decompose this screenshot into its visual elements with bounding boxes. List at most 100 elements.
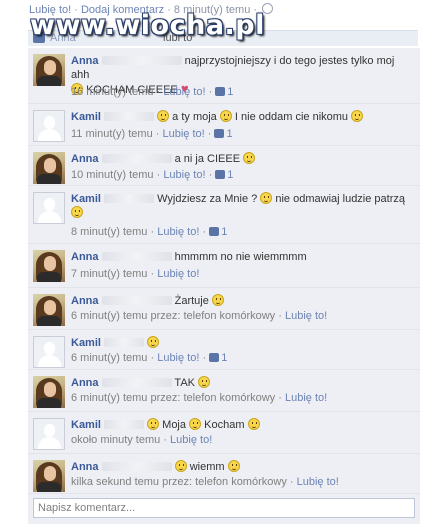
comment-composer [28,494,420,524]
comment-author[interactable]: Anna [71,55,99,67]
comment-text: a ty moja [172,111,217,123]
thumbs-up-icon [214,129,225,138]
watermark-logo: www.wiocha.pl [30,10,265,41]
like-link[interactable]: Lubię to! [285,392,327,404]
comment-time: 6 minut(y) temu przez: telefon komórkowy [71,392,276,404]
comment-text-2: Kocham [204,419,245,431]
avatar[interactable] [33,376,65,408]
smiley-icon [174,460,187,472]
comment-author[interactable]: Kamil [71,111,101,123]
blurred-name [101,56,182,65]
smiley-icon [351,110,364,122]
comment-footer: 11 minut(y) temu · Lubię to! · 1 [71,128,233,140]
comment-author[interactable]: Kamil [71,193,101,205]
blurred-name [101,378,172,387]
comment-footer: 7 minut(y) temu · Lubię to! [71,268,200,280]
comment-body: Kamil a ty moja I nie oddam cie nikomu [71,110,412,124]
thumbs-up-icon [209,227,220,236]
comment-author[interactable]: Kamil [71,337,101,349]
comment-text: Moja [162,419,186,431]
avatar[interactable] [33,110,65,142]
comment-author[interactable]: Anna [71,251,99,263]
blurred-name [101,296,172,305]
avatar[interactable] [33,418,65,450]
like-link[interactable]: Lubię to! [163,86,205,98]
smiley-icon [157,110,170,122]
like-link[interactable]: Lubię to! [163,169,205,181]
comment-footer: około minuty temu · Lubię to! [71,434,213,446]
smiley-icon [227,460,240,472]
comment-author[interactable]: Kamil [71,419,101,431]
like-link[interactable]: Lubię to! [157,226,199,238]
comment: Anna a ni ja CIEEE 10 minut(y) temu · Lu… [28,146,420,186]
comment-footer: 16 minut(y) temu · Lubię to! · 1 [71,86,234,98]
thumbs-up-icon [215,170,226,179]
smiley-icon [247,418,260,430]
comment-body: Anna wiemm [71,460,412,474]
comment-text: hmmmm no nie wiemmmm [174,251,307,263]
comment-body: Anna TAK [71,376,412,390]
thumbs-up-icon [215,87,226,96]
blurred-name [101,154,172,163]
avatar[interactable] [33,294,65,326]
blurred-name [104,112,155,121]
like-count[interactable]: 1 [221,226,227,238]
comment-time: 11 minut(y) temu [71,128,153,140]
smiley-icon [71,206,83,218]
smiley-icon [189,418,202,430]
like-link[interactable]: Lubię to! [157,268,199,280]
comment: Anna Żartuje 6 minut(y) temu przez: tele… [28,288,420,330]
avatar[interactable] [33,460,65,492]
comment-text: Wyjdziesz za Mnie ? [157,193,258,205]
blurred-name [101,252,172,261]
comment: Anna hmmmm no nie wiemmmm 7 minut(y) tem… [28,244,420,288]
comment-time: 6 minut(y) temu przez: telefon komórkowy [71,310,276,322]
comment-input[interactable] [33,498,415,518]
avatar[interactable] [33,192,65,224]
comment-time: 8 minut(y) temu [71,226,148,238]
comment-footer: kilka sekund temu przez: telefon komórko… [71,476,339,488]
thumbs-up-icon [209,353,220,362]
smiley-icon [260,192,273,204]
avatar[interactable] [33,152,65,184]
smiley-icon [198,376,211,388]
avatar[interactable] [33,54,65,86]
avatar[interactable] [33,250,65,282]
comment-body: Kamil Wyjdziesz za Mnie ? nie odmawiaj l… [71,192,412,220]
like-link[interactable]: Lubię to! [157,352,199,364]
comment: Kamil Moja Kocham około minuty temu · Lu… [28,412,420,454]
like-link[interactable]: Lubię to! [170,434,212,446]
comment-author[interactable]: Anna [71,153,99,165]
comment-footer: 6 minut(y) temu · Lubię to! · 1 [71,352,228,364]
comment-text: a ni ja CIEEE [174,153,241,165]
comment-author[interactable]: Anna [71,377,99,389]
comment-time: 7 minut(y) temu [71,268,148,280]
comment-footer: 6 minut(y) temu przez: telefon komórkowy… [71,392,328,404]
like-count[interactable]: 1 [227,169,233,181]
comment: Kamil 6 minut(y) temu · Lubię to! · 1 [28,330,420,370]
like-link[interactable]: Lubię to! [163,128,205,140]
comment-body: Anna hmmmm no nie wiemmmm [71,250,412,264]
comment-author[interactable]: Anna [71,461,99,473]
post-header: Lubię to! · Dodaj komentarz · 8 minut(y)… [0,0,441,48]
comment-time: 16 minut(y) temu [71,86,154,98]
like-count[interactable]: 1 [221,352,227,364]
comment-footer: 8 minut(y) temu · Lubię to! · 1 [71,226,228,238]
like-count[interactable]: 1 [226,128,232,140]
smiley-icon [219,110,232,122]
comment: Anna wiemm kilka sekund temu przez: tele… [28,454,420,494]
blurred-name [101,462,172,471]
like-count[interactable]: 1 [227,86,233,98]
comment-body: Kamil Moja Kocham [71,418,412,432]
comment-author[interactable]: Anna [71,295,99,307]
comment-body: Anna Żartuje [71,294,412,308]
like-link[interactable]: Lubię to! [297,476,339,488]
like-link[interactable]: Lubię to! [285,310,327,322]
blurred-name [104,420,145,429]
comment: Anna najprzystojniejszy i do tego jestes… [28,48,420,104]
comment-text: wiemm [189,461,225,473]
blurred-name [104,338,145,347]
comment-text: Żartuje [174,295,209,307]
avatar[interactable] [33,336,65,368]
comment-time: 6 minut(y) temu [71,352,148,364]
